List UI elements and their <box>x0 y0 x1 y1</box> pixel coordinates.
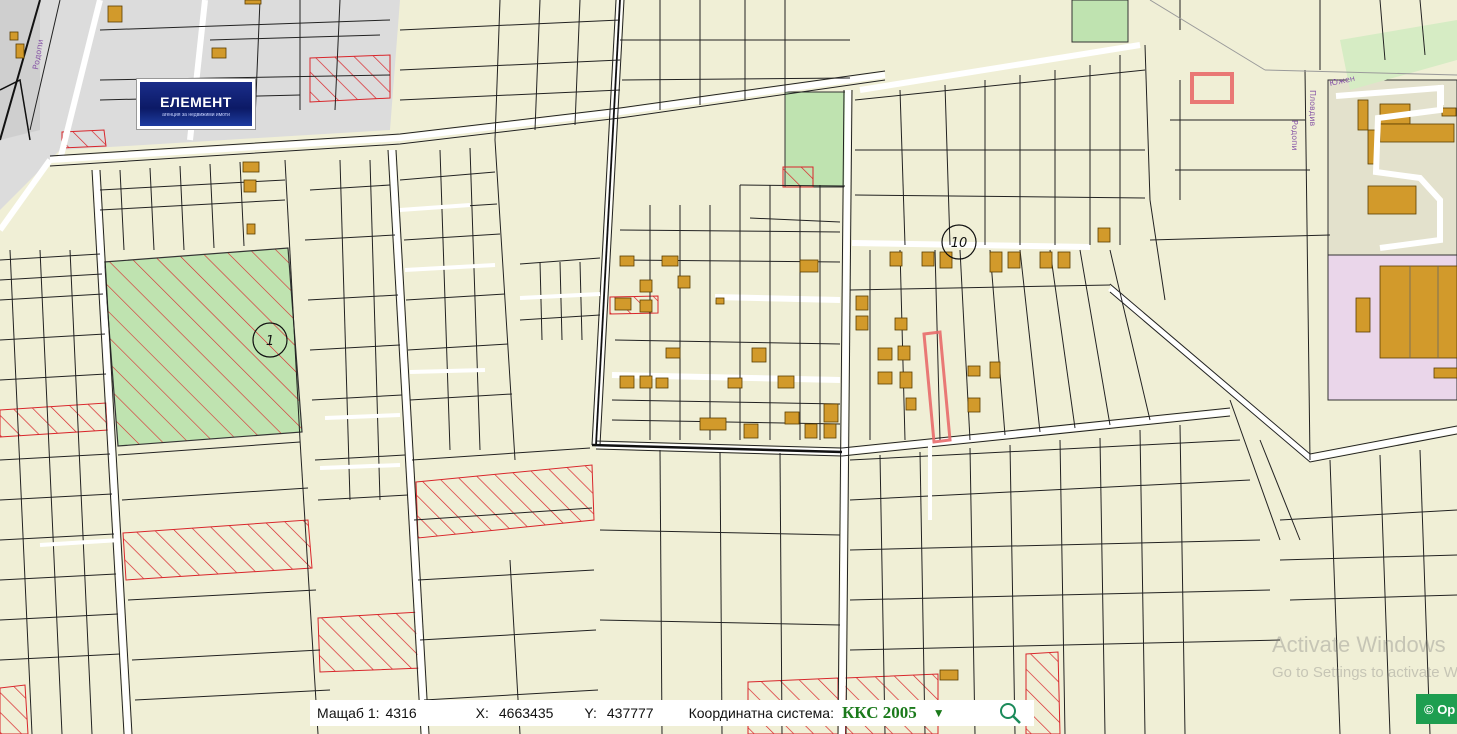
x-coordinate-label: X: <box>475 705 489 721</box>
copyright-button[interactable]: © Op <box>1416 694 1457 724</box>
logo-subtitle: агенция за недвижими имоти <box>162 112 230 118</box>
x-coordinate-value: 4663435 <box>498 705 554 721</box>
coordinate-system-select[interactable]: ККС 2005 ▼ <box>842 703 945 723</box>
y-coordinate-value: 437777 <box>606 705 654 721</box>
watermark-line1: Activate Windows <box>1272 632 1446 657</box>
chevron-down-icon[interactable]: ▼ <box>933 706 945 721</box>
plot-label: 10 <box>951 236 968 251</box>
coordinate-system-label: Координатна система: <box>688 705 834 721</box>
copyright-label: © Op <box>1424 701 1456 717</box>
agency-logo[interactable]: ЕЛЕМЕНТ агенция за недвижими имоти <box>136 78 256 130</box>
logo-title: ЕЛЕМЕНТ <box>160 94 232 110</box>
plot-label: 1 <box>266 334 274 349</box>
scale-label: Мащаб 1: <box>317 705 380 721</box>
coordinate-system-value: ККС 2005 <box>841 703 917 722</box>
watermark-line2: Go to Settings to activate Windows. <box>1272 664 1457 681</box>
y-coordinate-label: Y: <box>584 705 597 721</box>
scale-value: 4316 <box>385 705 417 721</box>
search-icon <box>1000 703 1021 724</box>
street-label: Пловдив <box>1308 90 1317 126</box>
activate-windows-watermark: Activate Windows Go to Settings to activ… <box>1272 632 1457 681</box>
street-label: Родопи <box>1290 120 1299 151</box>
map-status-bar: Мащаб 1: 4316 X: 4663435 Y: 437777 Коорд… <box>310 700 1034 726</box>
search-button[interactable] <box>996 700 1024 726</box>
